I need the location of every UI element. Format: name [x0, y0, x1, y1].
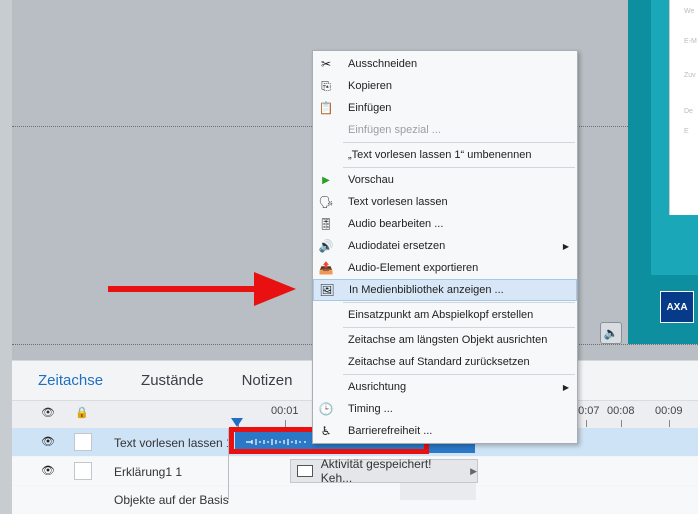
menu-item-einfuegen[interactable]: 📋 Einfügen: [313, 97, 577, 119]
activity-object[interactable]: Aktivität gespeichert! Keh... ▶: [290, 457, 478, 485]
card-text: De: [684, 108, 693, 115]
menu-item-medienbibliothek[interactable]: 🖼 In Medienbibliothek anzeigen ...: [313, 279, 577, 301]
menu-item-audio-bearbeiten[interactable]: 🎚 Audio bearbeiten ...: [313, 213, 577, 235]
eye-icon[interactable]: 👁: [40, 406, 56, 420]
slide-form-card: We E-M Zuv De E: [669, 0, 698, 215]
tick-mark: [669, 420, 670, 427]
menu-item-kopieren[interactable]: ⎘ Kopieren: [313, 75, 577, 97]
annotation-arrow: [108, 286, 260, 292]
menu-separator: [343, 302, 575, 303]
tab-notizen[interactable]: Notizen: [216, 362, 305, 400]
activity-label: Aktivität gespeichert! Keh...: [320, 457, 432, 485]
row-label: Erklärung1 1: [114, 465, 183, 479]
eye-icon[interactable]: 👁: [40, 464, 56, 478]
submenu-arrow-icon: ▶: [562, 382, 569, 392]
menu-item-einfuegen-spezial[interactable]: Einfügen spezial ...: [313, 119, 577, 141]
menu-item-audiodatei-ersetzen[interactable]: 🔊 Audiodatei ersetzen ▶: [313, 235, 577, 257]
paste-icon: 📋: [318, 101, 334, 115]
tab-zeitachse[interactable]: Zeitachse: [12, 362, 115, 400]
copy-icon: ⎘: [321, 78, 331, 93]
tick-mark: [586, 420, 587, 427]
submenu-arrow-icon: ▶: [562, 241, 569, 251]
tick-label: 00:08: [607, 405, 635, 417]
menu-separator: [343, 374, 575, 375]
media-library-icon: 🖼: [319, 283, 335, 297]
menu-separator: [343, 142, 575, 143]
text-to-speech-icon: 🗣: [318, 195, 334, 209]
card-text: E-M: [684, 38, 697, 45]
menu-item-einsatzpunkt[interactable]: Einsatzpunkt am Abspielkopf erstellen: [313, 304, 577, 326]
lock-icon[interactable]: 🔒: [74, 406, 90, 420]
menu-item-vorschau[interactable]: ▶ Vorschau: [313, 169, 577, 191]
menu-item-timing[interactable]: 🕒 Timing ...: [313, 398, 577, 420]
arrow-right-icon: ▶: [470, 465, 477, 476]
eye-icon[interactable]: 👁: [40, 435, 56, 449]
menu-separator: [343, 167, 575, 168]
menu-item-audio-exportieren[interactable]: 📤 Audio-Element exportieren: [313, 257, 577, 279]
axa-logo: AXA: [660, 291, 694, 323]
speaker-icon[interactable]: 🔈: [600, 322, 622, 344]
export-icon: 📤: [318, 261, 334, 275]
scissors-icon: ✂: [320, 57, 332, 71]
clock-icon: 🕒: [318, 402, 334, 416]
menu-item-umbenennen[interactable]: „Text vorlesen lassen 1“ umbenennen: [313, 144, 577, 166]
playhead-icon[interactable]: [231, 418, 243, 427]
tick-label: 00:01: [271, 405, 299, 417]
menu-separator: [343, 327, 575, 328]
context-menu: ✂ Ausschneiden ⎘ Kopieren 📋 Einfügen Ein…: [312, 50, 578, 444]
annotation-arrow-head: [254, 272, 296, 306]
menu-item-ausrichtung[interactable]: Ausrichtung ▶: [313, 376, 577, 398]
card-text: We: [684, 8, 695, 15]
card-text: E: [684, 128, 689, 135]
audio-replace-icon: 🔊: [318, 239, 334, 253]
menu-item-zeitachse-standard[interactable]: Zeitachse auf Standard zurücksetzen: [313, 351, 577, 373]
lock-checkbox[interactable]: [74, 433, 92, 451]
card-text: Zuv: [684, 72, 696, 79]
menu-item-barrierefreiheit[interactable]: ♿ Barrierefreiheit ...: [313, 420, 577, 442]
menu-item-ausschneiden[interactable]: ✂ Ausschneiden: [313, 53, 577, 75]
play-icon: ▶: [322, 174, 330, 186]
accessibility-icon: ♿: [320, 424, 332, 438]
row-label: Text vorlesen lassen 1: [114, 436, 233, 450]
menu-item-zeitachse-ausrichten[interactable]: Zeitachse am längsten Objekt ausrichten: [313, 329, 577, 351]
menu-item-text-vorlesen[interactable]: 🗣 Text vorlesen lassen: [313, 191, 577, 213]
tick-mark: [285, 420, 286, 427]
lock-checkbox[interactable]: [74, 462, 92, 480]
tab-zustaende[interactable]: Zustände: [115, 362, 216, 400]
panel-tabs: Zeitachse Zustände Notizen: [12, 362, 304, 400]
row-label: Objekte auf der Basis: [114, 493, 229, 507]
audio-edit-icon: 🎚: [318, 217, 334, 231]
tick-mark: [621, 420, 622, 427]
tick-label: 00:09: [655, 405, 683, 417]
shape-icon: [297, 465, 313, 477]
